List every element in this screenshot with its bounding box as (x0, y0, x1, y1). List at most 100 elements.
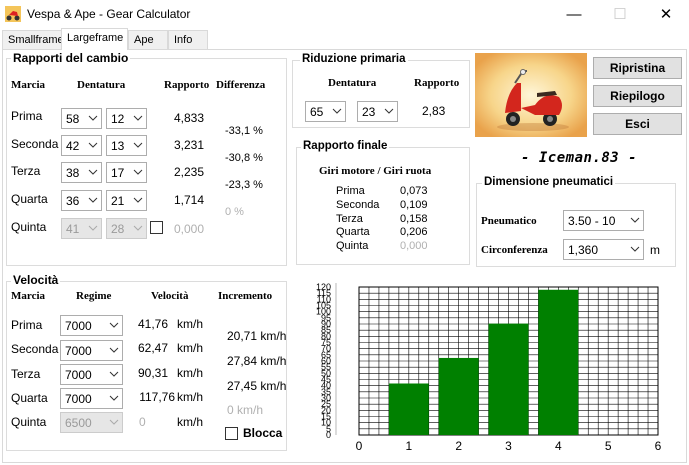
bar-1 (388, 383, 429, 435)
bar-3 (488, 323, 529, 435)
terza-dentatura1-select[interactable]: 38 (61, 162, 102, 183)
terza-velocita-unit: km/h (177, 366, 204, 380)
tab-largeframe[interactable]: Largeframe (61, 28, 128, 50)
vel-label-quarta: Quarta (11, 391, 48, 405)
seconda-velocita-unit: km/h (177, 341, 204, 355)
quarta-rapporto: 1,714 (173, 193, 204, 207)
finale-label-quinta: Quinta (336, 240, 369, 252)
circonferenza-select[interactable]: 1,360 (563, 239, 644, 260)
chevron-down-icon (88, 115, 98, 121)
col-rapporto: Rapporto (164, 79, 210, 91)
minimize-button[interactable]: — (551, 0, 597, 29)
quinta-dentatura1-select[interactable]: 41 (61, 218, 102, 239)
chevron-down-icon (109, 395, 119, 401)
vel-col-regime: Regime (76, 290, 112, 302)
tab-info[interactable]: Info (168, 30, 208, 49)
seconda-rapporto: 3,231 (173, 138, 204, 152)
prima-regime-select[interactable]: 7000 (60, 315, 123, 336)
chevron-down-icon (88, 169, 98, 175)
pneumatico-label: Pneumatico (481, 215, 537, 227)
prima-dentatura1-select[interactable]: 58 (61, 108, 102, 129)
seconda-velocita: 62,47 (137, 341, 168, 355)
prima-dentatura2-select[interactable]: 12 (106, 108, 147, 129)
velocita-title: Velocità (11, 273, 61, 287)
riduzione-dentatura2-select[interactable]: 23 (357, 101, 398, 122)
bar-4 (538, 289, 579, 435)
quarta-velocita-unit: km/h (177, 390, 204, 404)
quarta-velocita: 117,76 (139, 390, 175, 404)
col-marcia: Marcia (11, 79, 46, 91)
maximize-button[interactable]: ☐ (597, 0, 643, 29)
chevron-down-icon (133, 169, 143, 175)
gear-label-terza: Terza (11, 164, 41, 178)
vel-col-marcia: Marcia (11, 290, 46, 302)
vel-col-velocita: Velocità (151, 290, 189, 302)
vel-label-quinta: Quinta (11, 415, 47, 429)
chevron-down-icon (109, 322, 119, 328)
vel-col-incremento: Incremento (218, 290, 273, 302)
chevron-down-icon (384, 108, 394, 114)
x-tick-label: 3 (505, 439, 512, 453)
col-dentatura: Dentatura (77, 79, 126, 91)
finale-value-prima: 0,073 (400, 185, 428, 197)
tab-smallframe[interactable]: Smallframe (2, 30, 64, 49)
riduzione-col-dentatura: Dentatura (328, 77, 377, 89)
y-tick-label: 120 (316, 282, 331, 292)
close-button[interactable]: ✕ (643, 0, 689, 29)
prima-velocita-unit: km/h (177, 317, 204, 331)
incremento-3: 27,45 km/h (227, 379, 287, 393)
x-tick-label: 6 (655, 439, 662, 453)
gear-label-seconda: Seconda (11, 137, 59, 151)
chevron-down-icon (109, 371, 119, 377)
incremento-1: 20,71 km/h (227, 329, 287, 343)
ripristina-button[interactable]: Ripristina (593, 57, 682, 79)
chevron-down-icon (332, 108, 342, 114)
bar-2 (438, 357, 479, 435)
chevron-down-icon (133, 115, 143, 121)
blocca-checkbox[interactable] (225, 427, 238, 440)
finale-value-quinta: 0,000 (400, 240, 428, 252)
finale-value-seconda: 0,109 (400, 199, 428, 211)
x-tick-label: 1 (405, 439, 412, 453)
incremento-4: 0 km/h (227, 403, 264, 417)
quinta-velocita-unit: km/h (177, 415, 204, 429)
tab-ape[interactable]: Ape (128, 30, 168, 49)
chevron-down-icon (133, 197, 143, 203)
diff-4: 0 % (225, 206, 244, 218)
x-tick-label: 5 (605, 439, 612, 453)
blocca-label: Blocca (243, 426, 283, 440)
quarta-regime-select[interactable]: 7000 (60, 388, 123, 409)
pneumatici-title: Dimensione pneumatici (482, 176, 616, 188)
finale-label-terza: Terza (336, 213, 363, 225)
quarta-dentatura1-select[interactable]: 36 (61, 190, 102, 211)
chevron-down-icon (109, 419, 119, 425)
gear-label-quarta: Quarta (11, 192, 48, 206)
riduzione-dentatura1-select[interactable]: 65 (305, 101, 346, 122)
terza-regime-select[interactable]: 7000 (60, 364, 123, 385)
esci-button[interactable]: Esci (593, 113, 682, 135)
signature: - Iceman.83 - (521, 150, 638, 166)
seconda-regime-select[interactable]: 7000 (60, 340, 123, 361)
x-tick-label: 4 (555, 439, 562, 453)
finale-label-prima: Prima (336, 185, 365, 197)
seconda-dentatura1-select[interactable]: 42 (61, 135, 102, 156)
finale-label-seconda: Seconda (336, 199, 380, 211)
chevron-down-icon (133, 142, 143, 148)
incremento-2: 27,84 km/h (227, 354, 287, 368)
riepilogo-button[interactable]: Riepilogo (593, 85, 682, 107)
circonferenza-label: Circonferenza (481, 244, 548, 256)
quinta-regime-select[interactable]: 6500 (60, 412, 123, 433)
terza-dentatura2-select[interactable]: 17 (106, 162, 147, 183)
vel-label-seconda: Seconda (11, 342, 59, 356)
seconda-dentatura2-select[interactable]: 13 (106, 135, 147, 156)
prima-velocita: 41,76 (137, 317, 168, 331)
pneumatico-select[interactable]: 3.50 - 10 (563, 210, 644, 231)
rapporti-title: Rapporti del cambio (11, 51, 131, 65)
quinta-dentatura2-select[interactable]: 28 (106, 218, 147, 239)
window-title: Vespa & Ape - Gear Calculator (27, 7, 191, 21)
speed-chart: 0510152025303540455055606570758085909510… (316, 282, 662, 453)
chevron-down-icon (88, 142, 98, 148)
finale-title: Rapporto finale (301, 140, 390, 152)
quarta-dentatura2-select[interactable]: 21 (106, 190, 147, 211)
chevron-down-icon (133, 225, 143, 231)
